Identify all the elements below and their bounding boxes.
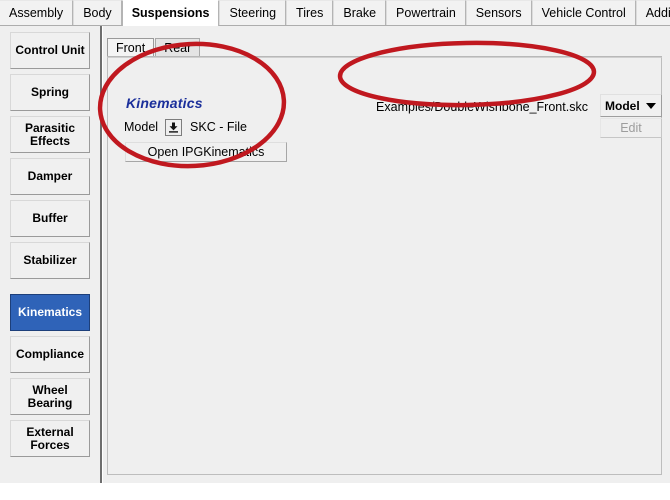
sidebar-item-buffer[interactable]: Buffer — [10, 200, 90, 237]
open-ipgkinematics-button[interactable]: Open IPGKinematics — [125, 142, 287, 162]
tab-sensors[interactable]: Sensors — [465, 0, 532, 25]
sidebar-item-damper[interactable]: Damper — [10, 158, 90, 195]
sidebar-item-kinematics[interactable]: Kinematics — [10, 294, 90, 331]
axle-tab-bar: Front Rear — [107, 38, 201, 57]
sidebar-item-parasitic-effects[interactable]: Parasitic Effects — [10, 116, 90, 153]
tab-additional-label: Additional — [645, 6, 670, 20]
sidebar-item-buffer-label: Buffer — [32, 211, 68, 225]
model-label: Model — [124, 120, 159, 134]
tab-suspensions[interactable]: Suspensions — [121, 0, 220, 26]
sidebar-item-damper-label: Damper — [27, 169, 73, 183]
sidebar-item-compliance[interactable]: Compliance — [10, 336, 90, 373]
tab-assembly-label: Assembly — [9, 6, 64, 20]
download-arrow-icon[interactable] — [165, 118, 183, 136]
tab-rear-label: Rear — [164, 41, 192, 55]
tab-steering-label: Steering — [229, 6, 277, 20]
sidebar-item-stabilizer[interactable]: Stabilizer — [10, 242, 90, 279]
tab-steering[interactable]: Steering — [219, 0, 287, 25]
tab-front[interactable]: Front — [107, 38, 155, 57]
tab-suspensions-label: Suspensions — [131, 6, 210, 20]
tab-tires-label: Tires — [296, 6, 324, 20]
tab-additional[interactable]: Additional — [635, 0, 670, 25]
sidebar-item-kinematics-label: Kinematics — [17, 305, 83, 319]
tab-vehicle-control-label: Vehicle Control — [541, 6, 626, 20]
tab-brake[interactable]: Brake — [333, 0, 387, 25]
sidebar-item-wheel-bearing-label: Wheel Bearing — [27, 382, 73, 410]
sidebar-item-compliance-label: Compliance — [15, 347, 84, 361]
tab-front-label: Front — [116, 41, 146, 55]
sidebar-item-spring[interactable]: Spring — [10, 74, 90, 111]
tab-tires[interactable]: Tires — [286, 0, 334, 25]
sidebar-item-external-forces-label: External Forces — [26, 424, 74, 452]
sidebar-item-parasitic-effects-label: Parasitic Effects — [24, 120, 76, 148]
model-dropdown-button[interactable]: Model — [600, 94, 662, 117]
front-tab-panel: Kinematics Model SKC - File Open IPGKine… — [107, 57, 662, 475]
main-tab-bar: Assembly Body Suspensions Steering Tires… — [0, 0, 670, 26]
sidebar-item-control-unit[interactable]: Control Unit — [10, 32, 90, 69]
sidebar: Control Unit Spring Parasitic Effects Da… — [0, 26, 100, 483]
tab-body-label: Body — [83, 6, 112, 20]
chevron-down-icon — [646, 102, 656, 109]
model-dropdown-label: Model — [605, 98, 640, 113]
skc-file-path-value[interactable]: Examples/DoubleWishbone_Front.skc — [366, 96, 598, 117]
tab-sensors-label: Sensors — [475, 6, 522, 20]
edit-button[interactable]: Edit — [600, 118, 662, 138]
tab-brake-label: Brake — [343, 6, 377, 20]
sidebar-item-external-forces[interactable]: External Forces — [10, 420, 90, 457]
model-row: Model SKC - File — [124, 118, 247, 136]
window-bottom-strip — [0, 483, 670, 500]
sidebar-item-stabilizer-label: Stabilizer — [23, 253, 77, 267]
tab-body[interactable]: Body — [73, 0, 122, 25]
tab-powertrain[interactable]: Powertrain — [386, 0, 466, 25]
tab-powertrain-label: Powertrain — [396, 6, 456, 20]
skc-file-label: SKC - File — [190, 120, 247, 134]
content-area: Front Rear Kinematics Model SKC - File O… — [103, 26, 670, 483]
tab-assembly[interactable]: Assembly — [0, 0, 74, 25]
kinematics-group-title: Kinematics — [126, 95, 203, 111]
tab-vehicle-control[interactable]: Vehicle Control — [531, 0, 636, 25]
sidebar-item-control-unit-label: Control Unit — [15, 43, 85, 57]
application-window: Assembly Body Suspensions Steering Tires… — [0, 0, 670, 483]
sidebar-item-spring-label: Spring — [31, 85, 69, 99]
tab-rear[interactable]: Rear — [155, 38, 201, 57]
sidebar-item-wheel-bearing[interactable]: Wheel Bearing — [10, 378, 90, 415]
